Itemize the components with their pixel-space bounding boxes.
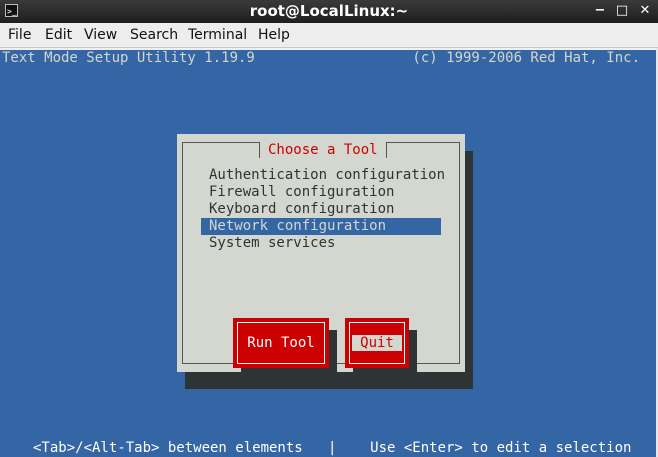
list-item-keyboard[interactable]: Keyboard configuration xyxy=(201,201,441,218)
terminal-screen[interactable]: Text Mode Setup Utility 1.19.9 (c) 1999-… xyxy=(0,48,658,457)
tool-list[interactable]: Authentication configuration Firewall co… xyxy=(201,167,445,252)
menu-edit[interactable]: Edit xyxy=(45,27,72,43)
menu-help[interactable]: Help xyxy=(258,27,290,43)
list-item-firewall[interactable]: Firewall configuration xyxy=(201,184,441,201)
minimize-icon[interactable]: − xyxy=(592,3,608,19)
choose-tool-dialog: Choose a Tool Authentication configurati… xyxy=(177,134,465,386)
quit-button-label: Quit xyxy=(352,335,402,351)
run-tool-button[interactable]: Run Tool xyxy=(233,318,329,368)
menu-bar: File Edit View Search Terminal Help xyxy=(0,23,658,48)
copyright-notice: (c) 1999-2006 Red Hat, Inc. xyxy=(412,50,640,66)
menu-file[interactable]: File xyxy=(8,27,31,43)
run-tool-button-label: Run Tool xyxy=(247,335,315,351)
list-item-system-services[interactable]: System services xyxy=(201,235,441,252)
close-icon[interactable]: ✕ xyxy=(637,3,653,19)
setup-utility-title: Text Mode Setup Utility 1.19.9 xyxy=(2,50,255,66)
maximize-icon[interactable]: □ xyxy=(614,3,630,19)
menu-view[interactable]: View xyxy=(84,27,117,43)
window-title: root@LocalLinux:~ xyxy=(249,2,409,20)
list-item-network[interactable]: Network configuration xyxy=(201,218,441,235)
status-help-line: <Tab>/<Alt-Tab> between elements | Use <… xyxy=(33,440,632,456)
quit-button[interactable]: Quit xyxy=(345,318,409,368)
list-item-authentication[interactable]: Authentication configuration xyxy=(201,167,445,184)
menu-search[interactable]: Search xyxy=(130,27,178,43)
window-titlebar[interactable]: >_ root@LocalLinux:~ − □ ✕ xyxy=(0,0,658,23)
dialog-title: Choose a Tool xyxy=(259,142,387,158)
menu-terminal[interactable]: Terminal xyxy=(188,27,247,43)
